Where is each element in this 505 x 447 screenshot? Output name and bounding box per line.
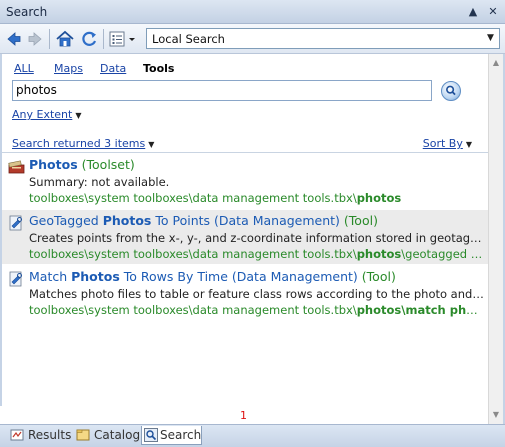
result-item[interactable]: Photos (Toolset) Summary: not available.…: [2, 154, 488, 208]
title-bar: Search ▲ ✕: [0, 0, 505, 24]
tab-results[interactable]: Results: [10, 426, 72, 445]
page-number-link[interactable]: 1: [240, 409, 247, 422]
back-icon[interactable]: [6, 29, 22, 49]
result-description: Creates points from the x-, y-, and z-co…: [29, 231, 482, 245]
home-icon[interactable]: [55, 29, 75, 49]
search-toolbar: Local Search ▼: [0, 24, 505, 54]
results-pager: 1: [0, 406, 488, 424]
forward-icon[interactable]: [27, 29, 43, 49]
toolbar-separator: [103, 29, 104, 49]
toolbar-separator: [49, 29, 50, 49]
result-path-prefix: toolboxes\system toolboxes\data manageme…: [29, 303, 357, 317]
search-go-button[interactable]: [441, 81, 461, 101]
result-path-match: photos: [356, 247, 402, 261]
close-icon[interactable]: ✕: [486, 5, 500, 19]
result-path-suffix: \match pho…: [401, 303, 484, 317]
pin-icon[interactable]: ▲: [466, 5, 480, 19]
sort-by-label: Sort By: [422, 137, 463, 150]
result-title-match: Photos: [29, 157, 78, 172]
tab-catalog-label: Catalog: [94, 428, 141, 442]
results-count-label: Search returned 3 items: [12, 137, 146, 150]
result-type: (Toolset): [81, 157, 135, 172]
extent-dropdown[interactable]: Any Extent ▼: [12, 108, 81, 121]
tab-maps[interactable]: Maps: [54, 62, 83, 75]
result-item[interactable]: Match Photos To Rows By Time (Data Manag…: [2, 266, 488, 320]
result-path-match: photos: [356, 191, 402, 205]
result-path[interactable]: toolboxes\system toolboxes\data manageme…: [29, 247, 484, 261]
search-scope-value: Local Search: [152, 32, 225, 46]
result-path-match: photos: [356, 303, 402, 317]
result-path[interactable]: toolboxes\system toolboxes\data manageme…: [29, 191, 484, 205]
result-type: (Tool): [343, 213, 378, 228]
window-title: Search: [6, 5, 48, 19]
tool-icon: [9, 215, 22, 231]
tab-search-label: Search: [160, 428, 202, 442]
extent-label: Any Extent: [12, 108, 73, 121]
search-input[interactable]: [16, 83, 426, 97]
search-panel: ALL Maps Data Tools Any Extent▼ Search r…: [2, 54, 488, 406]
result-title[interactable]: Match Photos To Rows By Time (Data Manag…: [29, 269, 396, 284]
results-count-dropdown[interactable]: Search returned 3 items ▼: [12, 137, 154, 150]
result-path-suffix: \geotagged …: [401, 247, 483, 261]
tab-results-label: Results: [28, 428, 72, 442]
scroll-down-icon[interactable]: ▼: [489, 408, 503, 422]
chevron-down-icon[interactable]: ▼: [482, 29, 499, 48]
search-icon: [144, 428, 158, 442]
result-description: Summary: not available.: [29, 175, 170, 189]
results-header: Search returned 3 items ▼ Sort By ▼: [2, 136, 488, 153]
result-path[interactable]: toolboxes\system toolboxes\data manageme…: [29, 303, 484, 317]
results-icon: [10, 429, 24, 441]
view-options-icon[interactable]: [109, 29, 137, 49]
result-title-match: Photos: [71, 269, 120, 284]
toolset-icon: [8, 160, 25, 174]
tab-tools[interactable]: Tools: [143, 62, 174, 75]
refresh-icon[interactable]: [80, 29, 98, 49]
result-title-pre: Match: [29, 269, 72, 284]
vertical-scrollbar[interactable]: ▲ ▼: [488, 54, 503, 424]
scroll-up-icon[interactable]: ▲: [489, 56, 503, 70]
result-path-prefix: toolboxes\system toolboxes\data manageme…: [29, 247, 357, 261]
catalog-icon: [76, 429, 90, 441]
result-path-prefix: toolboxes\system toolboxes\data manageme…: [29, 191, 357, 205]
result-title[interactable]: Photos (Toolset): [29, 157, 135, 172]
result-title-pre: GeoTagged: [29, 213, 103, 228]
result-title-match: Photos: [102, 213, 152, 228]
chevron-down-icon: ▼: [148, 140, 155, 149]
tab-all[interactable]: ALL: [14, 62, 34, 75]
tool-icon: [9, 271, 22, 287]
tab-catalog[interactable]: Catalog: [76, 426, 141, 445]
tab-data[interactable]: Data: [100, 62, 126, 75]
tab-search[interactable]: Search: [141, 426, 202, 445]
result-type: (Tool): [361, 269, 396, 284]
search-scope-dropdown[interactable]: Local Search ▼: [146, 28, 500, 49]
result-title[interactable]: GeoTagged Photos To Points (Data Managem…: [29, 213, 378, 228]
result-title-rest: To Points (Data Management): [151, 213, 340, 228]
result-title-rest: To Rows By Time (Data Management): [119, 269, 358, 284]
result-description: Matches photo files to table or feature …: [29, 287, 484, 301]
chevron-down-icon: ▼: [465, 140, 472, 149]
chevron-down-icon: ▼: [75, 111, 82, 120]
bottom-tab-strip: Results Catalog Search: [0, 424, 505, 447]
result-item[interactable]: GeoTagged Photos To Points (Data Managem…: [2, 210, 488, 264]
search-field[interactable]: [12, 80, 432, 101]
sort-by-dropdown[interactable]: Sort By ▼: [423, 137, 472, 150]
